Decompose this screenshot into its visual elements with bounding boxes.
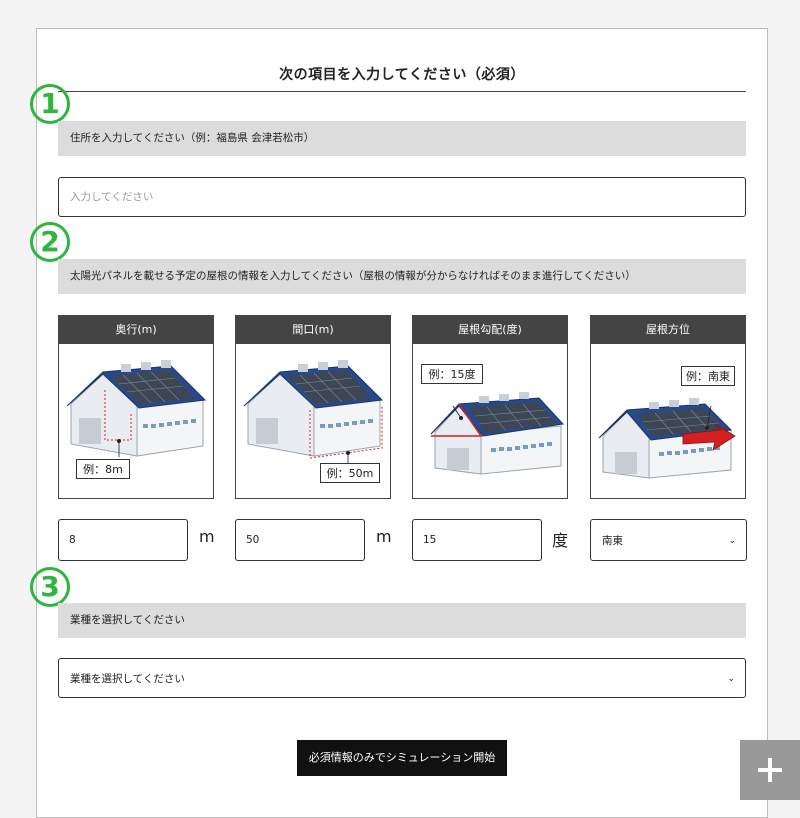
direction-card-header: 屋根方位 xyxy=(591,316,745,344)
chevron-down-icon: ⌄ xyxy=(728,536,736,546)
form-title: 次の項目を入力してください（必須） xyxy=(279,67,525,83)
direction-select-value: 南東 xyxy=(602,535,623,547)
plus-icon[interactable] xyxy=(740,740,800,800)
width-unit: m xyxy=(376,527,392,546)
direction-example-callout: 例：南東 xyxy=(681,366,735,386)
width-card-header: 間口(m) xyxy=(236,316,390,344)
industry-select[interactable]: 業種を選択してください ⌄ xyxy=(58,658,746,698)
address-label: 住所を入力してください（例：福島県 会津若松市） xyxy=(58,121,746,156)
step-number: 1 xyxy=(40,87,60,120)
depth-example-callout: 例：8m xyxy=(76,459,130,479)
pitch-card-header: 屋根勾配(度) xyxy=(413,316,567,344)
title-divider xyxy=(58,91,746,92)
step-number: 2 xyxy=(40,225,60,258)
address-input[interactable] xyxy=(58,177,746,217)
width-example-callout: 例：50m xyxy=(320,463,380,483)
pitch-unit: 度 xyxy=(552,531,569,550)
chevron-down-icon: ⌄ xyxy=(727,674,735,684)
direction-select[interactable]: 南東 ⌄ xyxy=(590,519,747,561)
pitch-input[interactable] xyxy=(412,519,542,561)
industry-label: 業種を選択してください xyxy=(58,603,746,638)
depth-unit: m xyxy=(199,527,215,546)
pitch-example-callout: 例：15度 xyxy=(421,364,483,384)
step-number: 3 xyxy=(40,570,60,603)
house-illustration xyxy=(66,360,207,457)
house-illustration xyxy=(430,392,565,475)
width-card: 間口(m) 例：50m xyxy=(235,315,391,499)
pitch-card: 屋根勾配(度) 例：15度 xyxy=(412,315,568,499)
depth-card: 奥行(m) 例：8m xyxy=(58,315,214,499)
depth-input[interactable] xyxy=(58,519,188,561)
direction-card: 屋根方位 例：南東 xyxy=(590,315,746,499)
width-input[interactable] xyxy=(235,519,365,561)
depth-card-header: 奥行(m) xyxy=(59,316,213,344)
industry-select-value: 業種を選択してください xyxy=(70,673,185,685)
house-illustration xyxy=(243,360,384,457)
roof-info-label: 太陽光パネルを載せる予定の屋根の情報を入力してください（屋根の情報が分からなけれ… xyxy=(58,259,746,294)
start-simulation-button[interactable]: 必須情報のみでシミュレーション開始 xyxy=(297,740,507,776)
